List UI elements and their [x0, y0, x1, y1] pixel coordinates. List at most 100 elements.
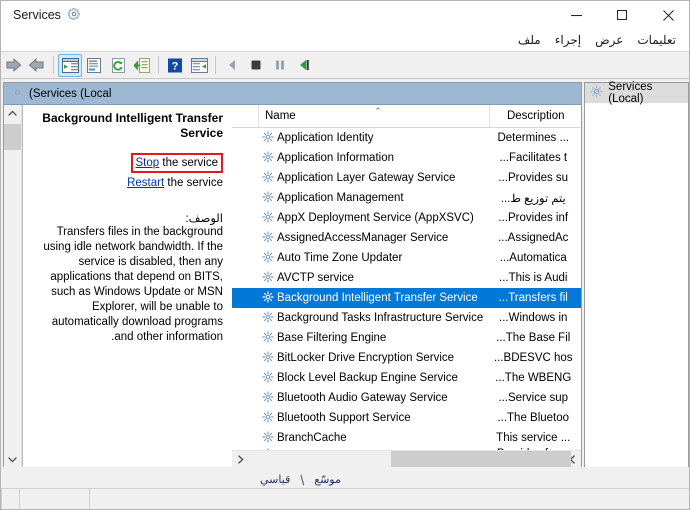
list-vertical-scrollbar[interactable] [4, 105, 22, 468]
table-row[interactable]: Provides fac... Capability Access Manager… [232, 448, 581, 450]
service-gear-icon [262, 370, 274, 386]
service-gear-icon [262, 330, 274, 346]
table-row[interactable]: This service ... BranchCache [232, 428, 581, 448]
console-tree-root-item[interactable]: Services (Local) [585, 81, 688, 105]
row-name-label: BitLocker Drive Encryption Service [277, 352, 455, 364]
column-header-description-label: Description [506, 110, 565, 122]
services-gear-icon [11, 86, 24, 102]
stop-service-button[interactable] [244, 54, 268, 77]
services-gear-icon [67, 7, 81, 24]
services-gear-icon [590, 85, 603, 101]
maximize-button[interactable] [599, 1, 645, 29]
start-service-button[interactable] [292, 54, 316, 77]
hscroll-right-arrow[interactable] [232, 451, 249, 468]
export-list-button[interactable] [130, 54, 154, 77]
table-row[interactable]: ...AssignedAc AssignedAccessManager Servi… [232, 228, 581, 248]
show-action-pane-button[interactable] [187, 54, 211, 77]
row-name: Application Management [258, 190, 489, 206]
window-controls [553, 1, 689, 29]
properties-button[interactable] [82, 54, 106, 77]
chevron-down-icon [8, 457, 17, 463]
row-name: AssignedAccessManager Service [258, 230, 489, 246]
table-row[interactable]: ...The WBENG Block Level Backup Engine Se… [232, 368, 581, 388]
arrow-left-icon [28, 58, 44, 72]
refresh-button[interactable] [106, 54, 130, 77]
hscroll-thumb[interactable] [391, 451, 571, 468]
table-row[interactable]: ...BDESVC hos BitLocker Drive Encryption … [232, 348, 581, 368]
minimize-button[interactable] [553, 1, 599, 29]
vscroll-thumb[interactable] [4, 124, 21, 150]
row-description: Provides fac... [489, 448, 581, 450]
back-button[interactable] [25, 54, 49, 77]
row-name: Block Level Backup Engine Service [258, 370, 489, 386]
restart-play-icon [229, 60, 235, 70]
service-detail-title: Background Intelligent Transfer Service [42, 111, 223, 140]
table-row[interactable]: Determines ... Application Identity [232, 128, 581, 148]
services-window: Services تعليمات عرض إجراء ملف ? Service… [0, 0, 690, 510]
row-name: Bluetooth Audio Gateway Service [258, 390, 489, 406]
row-description: يتم توزيع ط... [500, 193, 566, 205]
service-gear-icon [262, 190, 274, 206]
table-row[interactable]: ...Facilitates t Application Information [232, 148, 581, 168]
table-row[interactable]: ...Provides su Application Layer Gateway … [232, 168, 581, 188]
tab-standard[interactable]: قياسي [251, 472, 299, 488]
row-name-label: Background Intelligent Transfer Service [277, 292, 478, 304]
services-rows-container[interactable]: Determines ... Application Identity ...Fac… [232, 128, 582, 450]
service-gear-icon [262, 390, 274, 406]
console-tree-pane: Services (Local) [584, 81, 689, 469]
vscroll-track[interactable] [4, 122, 21, 451]
row-description: ...Provides su [498, 172, 569, 184]
menu-action[interactable]: إجراء [548, 31, 588, 49]
menu-bar: تعليمات عرض إجراء ملف [1, 29, 689, 51]
row-name-label: Application Management [277, 192, 404, 204]
stop-service-row: Stop the service [32, 153, 223, 175]
description-text: Transfers files in the background using … [43, 226, 223, 343]
close-icon [662, 9, 674, 21]
table-row[interactable]: ...This is Audi AVCTP service [232, 268, 581, 288]
services-list-view: Description ⌃ Name Determines ... Applica… [232, 105, 582, 468]
menu-view[interactable]: عرض [588, 31, 630, 49]
restart-service-suffix: the service [164, 177, 223, 189]
forward-button[interactable] [1, 54, 25, 77]
pause-icon [276, 60, 284, 70]
close-button[interactable] [645, 1, 689, 29]
row-description: ...Transfers fil [498, 292, 568, 304]
list-horizontal-scrollbar[interactable] [232, 450, 582, 468]
table-row[interactable]: ...Transfers fil Background Intelligent T… [232, 288, 582, 308]
export-list-icon [133, 57, 150, 73]
table-row[interactable]: ...Automatica Auto Time Zone Updater [232, 248, 581, 268]
table-row[interactable]: ...Service sup Bluetooth Audio Gateway Se… [232, 388, 581, 408]
vscroll-up-arrow[interactable] [4, 105, 21, 122]
table-row[interactable]: ...The Base Fil Base Filtering Engine [232, 328, 581, 348]
table-row[interactable]: ...Windows in Background Tasks Infrastruc… [232, 308, 581, 328]
row-description: ...This is Audi [499, 272, 568, 284]
stop-square-icon [251, 60, 261, 70]
tab-extended[interactable]: موسّع [305, 472, 350, 488]
restart-service-link[interactable]: Restart [127, 177, 164, 189]
table-row[interactable]: ...The Bluetoo Bluetooth Support Service [232, 408, 581, 428]
service-gear-icon [262, 270, 274, 286]
row-description: ...Service sup [498, 392, 569, 404]
pause-service-button[interactable] [268, 54, 292, 77]
help-button[interactable]: ? [163, 54, 187, 77]
show-hide-console-tree-button[interactable] [58, 53, 82, 77]
console-tree-body[interactable] [585, 103, 688, 467]
row-name: Application Information [258, 150, 489, 166]
row-description: ...The Base Fil [496, 332, 571, 344]
column-header-name[interactable]: ⌃ Name [258, 105, 489, 127]
content-pane-header: (Services (Local [4, 83, 582, 105]
table-row[interactable]: يتم توزيع ط... Application Management [232, 188, 581, 208]
menu-file[interactable]: ملف [511, 31, 548, 49]
toolbar: ? [1, 51, 689, 79]
content-split: Description ⌃ Name Determines ... Applica… [4, 105, 582, 468]
column-header-description[interactable]: Description [489, 105, 581, 127]
stop-service-link[interactable]: Stop [136, 157, 160, 169]
hscroll-track[interactable] [249, 451, 571, 468]
restart-service-button[interactable] [220, 54, 244, 77]
restart-service-row: Restart the service [32, 175, 223, 191]
table-row[interactable]: ...Provides inf AppX Deployment Service (… [232, 208, 581, 228]
vscroll-down-arrow[interactable] [4, 451, 21, 468]
title-area: Services [1, 7, 81, 24]
menu-help[interactable]: تعليمات [630, 31, 683, 49]
title-bar: Services [1, 1, 689, 29]
